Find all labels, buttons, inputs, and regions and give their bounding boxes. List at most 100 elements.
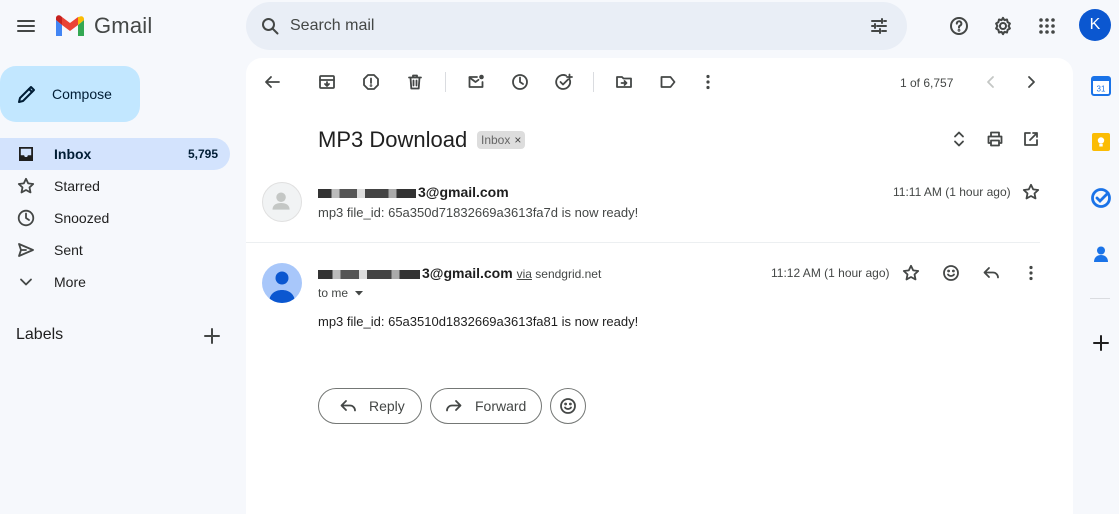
- chevron-left-icon: [987, 76, 994, 88]
- rail-divider: [1090, 298, 1110, 299]
- sender-avatar[interactable]: [262, 263, 302, 303]
- move-to-button[interactable]: [606, 64, 642, 100]
- back-button[interactable]: [254, 64, 290, 100]
- sidebar-item-label: More: [54, 274, 86, 290]
- account-avatar[interactable]: K: [1079, 9, 1111, 41]
- apps-grid-icon: [1039, 18, 1055, 34]
- message-view: 1 of 6,757 MP3 Download Inbox × 3@gmail.…: [246, 58, 1073, 514]
- reply-label: Reply: [369, 398, 405, 414]
- star-button[interactable]: [893, 255, 929, 291]
- sender-email[interactable]: 3@gmail.com: [318, 184, 509, 200]
- report-icon: [363, 74, 379, 90]
- message-time: 11:12 AM (1 hour ago): [771, 266, 890, 280]
- label-icon: [660, 76, 676, 88]
- message-body: mp3 file_id: 65a3510d1832669a3613fa81 is…: [318, 314, 639, 329]
- google-apps-button[interactable]: [1027, 6, 1067, 46]
- labels-heading: Labels: [16, 326, 64, 343]
- plus-icon: [204, 328, 220, 344]
- delete-button[interactable]: [397, 64, 433, 100]
- folder-move-icon: [616, 76, 632, 88]
- keep-icon: [1092, 133, 1110, 151]
- recipients-toggle[interactable]: to me: [318, 286, 364, 300]
- emoji-icon: [943, 265, 959, 281]
- calendar-app-button[interactable]: 31: [1088, 73, 1114, 99]
- search-button[interactable]: [250, 6, 290, 46]
- older-button[interactable]: [1013, 64, 1049, 100]
- emoji-icon: [560, 398, 576, 414]
- search-options-button[interactable]: [859, 6, 899, 46]
- add-reaction-button[interactable]: [933, 255, 969, 291]
- compose-button[interactable]: Compose: [0, 66, 140, 122]
- main-menu-button[interactable]: [6, 6, 46, 46]
- star-button[interactable]: [1013, 174, 1049, 210]
- message-more-button[interactable]: [1013, 255, 1049, 291]
- reply-icon: [340, 400, 356, 412]
- expand-all-button[interactable]: [941, 121, 977, 157]
- emoji-reaction-button[interactable]: [550, 388, 586, 424]
- arrow-left-icon: [265, 76, 280, 88]
- email-subject: MP3 Download: [318, 127, 468, 152]
- open-in-new-icon: [1024, 132, 1038, 146]
- labels-button[interactable]: [650, 64, 686, 100]
- sidebar-item-inbox[interactable]: Inbox 5,795: [0, 138, 230, 170]
- clock-icon: [16, 208, 36, 228]
- reply-icon: [983, 267, 999, 279]
- forward-button[interactable]: Forward: [430, 388, 542, 424]
- search-input[interactable]: [290, 2, 850, 50]
- archive-button[interactable]: [309, 64, 345, 100]
- keep-app-button[interactable]: [1088, 129, 1114, 155]
- get-addons-button[interactable]: [1088, 330, 1114, 356]
- settings-button[interactable]: [983, 6, 1023, 46]
- contacts-icon: [1094, 246, 1108, 262]
- add-to-tasks-button[interactable]: [546, 64, 582, 100]
- send-icon: [16, 240, 36, 260]
- caret-down-icon: [355, 291, 364, 296]
- add-task-icon: [555, 73, 573, 90]
- star-icon: [16, 176, 36, 196]
- remove-label-icon[interactable]: ×: [514, 133, 521, 147]
- gmail-logo[interactable]: Gmail: [54, 13, 152, 39]
- unfold-icon: [954, 131, 964, 147]
- sender-avatar[interactable]: [262, 182, 302, 222]
- sender-email[interactable]: 3@gmail.com via sendgrid.net: [318, 265, 601, 281]
- open-new-window-button[interactable]: [1013, 121, 1049, 157]
- sidebar-item-more[interactable]: More: [0, 266, 230, 298]
- sidebar-item-starred[interactable]: Starred: [0, 170, 230, 202]
- clock-icon: [512, 74, 528, 90]
- reply-button[interactable]: Reply: [318, 388, 422, 424]
- more-actions-button[interactable]: [690, 64, 726, 100]
- search-bar[interactable]: [246, 2, 907, 50]
- chevron-right-icon: [1028, 76, 1035, 88]
- forward-icon: [446, 400, 462, 412]
- print-button[interactable]: [977, 121, 1013, 157]
- forward-label: Forward: [475, 398, 527, 414]
- tasks-app-button[interactable]: [1088, 185, 1114, 211]
- support-button[interactable]: [939, 6, 979, 46]
- person-icon: [269, 271, 295, 303]
- sidebar-item-label: Inbox: [54, 146, 92, 162]
- redacted-text: [318, 269, 420, 279]
- contacts-app-button[interactable]: [1088, 241, 1114, 267]
- archive-icon: [319, 75, 335, 89]
- create-label-button[interactable]: [196, 320, 228, 352]
- sidebar-item-label: Starred: [54, 178, 100, 194]
- more-vert-icon: [706, 74, 710, 90]
- to-me-text: to me: [318, 286, 349, 300]
- trash-icon: [408, 74, 422, 90]
- pencil-icon: [18, 86, 35, 103]
- mark-unread-button[interactable]: [458, 64, 494, 100]
- message-divider: [246, 242, 1040, 243]
- pagination-text: 1 of 6,757: [900, 76, 954, 90]
- message-snippet: mp3 file_id: 65a350d71832669a3613fa7d is…: [318, 205, 639, 220]
- via-text: via sendgrid.net: [516, 267, 602, 281]
- newer-button[interactable]: [973, 64, 1009, 100]
- sidebar-item-label: Snoozed: [54, 210, 110, 226]
- snooze-button[interactable]: [502, 64, 538, 100]
- sidebar-item-sent[interactable]: Sent: [0, 234, 230, 266]
- report-spam-button[interactable]: [353, 64, 389, 100]
- inbox-label-chip: Inbox ×: [477, 131, 526, 149]
- sidebar-item-snoozed[interactable]: Snoozed: [0, 202, 230, 234]
- more-vert-icon: [1029, 265, 1033, 281]
- reply-icon-button[interactable]: [973, 255, 1009, 291]
- mark-unread-icon: [468, 74, 484, 88]
